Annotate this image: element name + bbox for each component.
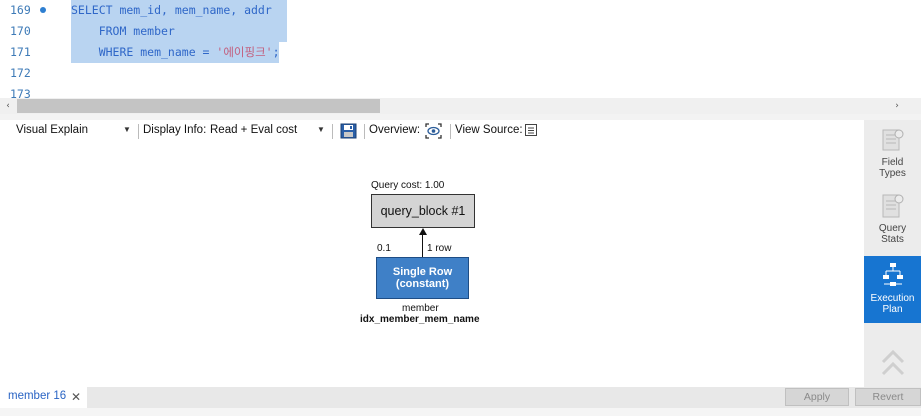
toolbar-divider — [450, 124, 451, 139]
statement-marker-icon — [40, 7, 46, 13]
chevron-down-icon[interactable]: ▼ — [317, 126, 325, 134]
apply-button[interactable]: Apply — [785, 388, 849, 406]
line-number: 173 — [10, 87, 31, 98]
result-tab-label: member 16 — [8, 390, 67, 402]
tab-label: Types — [879, 168, 906, 179]
code-text-plain: WHERE mem_name = — [71, 45, 217, 59]
line-number: 170 — [10, 24, 31, 38]
query-cost-label: Query cost: 1.00 — [371, 180, 445, 191]
revert-button[interactable]: Revert — [855, 388, 921, 406]
field-types-icon — [882, 129, 903, 151]
result-tab-bar: member 16 ✕ Apply Revert — [0, 387, 921, 416]
tab-result-member[interactable]: member 16 ✕ — [0, 387, 87, 408]
single-row-node[interactable]: Single Row (constant) — [376, 257, 469, 299]
toolbar-divider — [138, 124, 139, 139]
tab-label: Field — [881, 157, 904, 168]
document-icon[interactable] — [524, 123, 541, 139]
save-icon[interactable] — [340, 123, 357, 139]
display-info-select[interactable]: Read + Eval cost — [210, 124, 297, 136]
execution-plan-icon — [882, 263, 903, 286]
cost-label: 0.1 — [377, 243, 391, 254]
table-name-label: member — [402, 303, 439, 314]
rows-label: 1 row — [427, 243, 452, 254]
overview-label: Overview: — [369, 124, 421, 136]
tab-field-types[interactable]: Field Types — [864, 122, 921, 184]
code-line[interactable]: 173 — [0, 84, 900, 98]
tab-label: Plan — [882, 304, 903, 315]
code-line[interactable]: 172 — [0, 63, 900, 84]
code-line[interactable]: 171 WHERE mem_name = '에이핑크'; — [0, 42, 900, 63]
execution-plan-canvas[interactable]: Query cost: 1.00 query_block #1 0.1 1 ro… — [0, 142, 864, 387]
code-text[interactable]: SELECT mem_id, mem_name, addr — [71, 0, 287, 21]
view-source-label: View Source: — [455, 124, 523, 136]
scroll-thumb[interactable] — [17, 99, 380, 113]
code-line[interactable]: 170 FROM member — [0, 21, 900, 42]
code-line[interactable]: 169 SELECT mem_id, mem_name, addr — [0, 0, 900, 21]
scroll-up-icon[interactable] — [864, 348, 921, 386]
display-info-label: Display Info: — [143, 124, 207, 136]
query-block-node[interactable]: query_block #1 — [371, 194, 475, 228]
code-text-plain: ; — [272, 45, 280, 59]
tab-label: Query — [878, 223, 907, 234]
chevron-down-icon[interactable]: ▼ — [123, 126, 131, 134]
line-number: 169 — [10, 3, 31, 17]
plan-edge — [422, 232, 423, 257]
code-string-literal: '에이핑크' — [216, 45, 273, 59]
index-name-label: idx_member_mem_name — [360, 314, 480, 325]
close-icon[interactable]: ✕ — [71, 390, 81, 404]
query-stats-icon — [882, 194, 903, 218]
tab-query-stats[interactable]: Query Stats — [864, 188, 921, 250]
line-number: 172 — [10, 66, 31, 80]
status-strip — [0, 408, 921, 416]
scroll-left-icon[interactable]: ‹ — [0, 98, 16, 114]
code-text[interactable]: WHERE mem_name = '에이핑크'; — [71, 42, 280, 63]
explain-toolbar: Visual Explain ▼ Display Info: Read + Ev… — [0, 120, 864, 142]
node-type-sublabel: (constant) — [395, 278, 450, 290]
result-side-panel: Field Types Query Stats Execution Plan — [864, 120, 921, 387]
tab-execution-plan[interactable]: Execution Plan — [864, 256, 921, 323]
sql-editor[interactable]: 169 SELECT mem_id, mem_name, addr 170 FR… — [0, 0, 921, 98]
view-mode-select[interactable]: Visual Explain — [16, 124, 88, 136]
eye-icon[interactable] — [425, 123, 442, 139]
tab-label: Stats — [881, 234, 904, 245]
code-text[interactable]: FROM member — [71, 21, 287, 42]
line-number: 171 — [10, 45, 31, 59]
horizontal-scrollbar[interactable]: ‹ › — [0, 98, 921, 114]
toolbar-divider — [332, 124, 333, 139]
scroll-right-icon[interactable]: › — [889, 98, 905, 114]
toolbar-divider — [364, 124, 365, 139]
node-type-label: Single Row — [392, 266, 453, 278]
tab-label: Execution — [870, 293, 915, 304]
